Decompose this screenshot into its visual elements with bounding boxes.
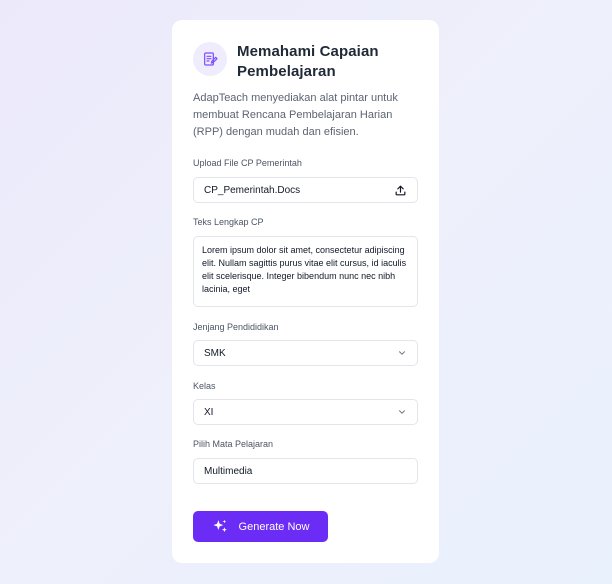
upload-file-name: CP_Pemerintah.Docs [204,184,301,196]
jenjang-select[interactable]: SMK [193,340,418,366]
kelas-value: XI [204,406,214,418]
generate-now-label: Generate Now [238,520,310,533]
page-description: AdapTeach menyediakan alat pintar untuk … [193,92,398,138]
mapel-value: Multimedia [204,465,253,477]
generator-card: Memahami Capaian Pembelajaran AdapTeach … [172,20,439,563]
chevron-down-icon [397,348,407,358]
mapel-input[interactable]: Multimedia [193,458,418,484]
document-edit-icon [193,42,227,76]
generate-now-button[interactable]: Generate Now [193,511,328,542]
page-title: Memahami Capaian Pembelajaran [237,43,379,80]
kelas-select[interactable]: XI [193,399,418,425]
card-header: Memahami Capaian Pembelajaran [193,42,379,80]
cp-text-label: Teks Lengkap CP [193,217,264,227]
upload-label: Upload File CP Pemerintah [193,158,302,168]
kelas-label: Kelas [193,381,216,391]
cp-text-area[interactable]: Lorem ipsum dolor sit amet, consectetur … [193,236,418,307]
sparkles-icon [212,518,229,535]
upload-icon[interactable] [394,184,407,197]
jenjang-value: SMK [204,347,226,359]
chevron-down-icon [397,407,407,417]
jenjang-label: Jenjang Pendididikan [193,322,279,332]
mapel-label: Pilih Mata Pelajaran [193,439,274,449]
upload-file-field[interactable]: CP_Pemerintah.Docs [193,177,418,203]
